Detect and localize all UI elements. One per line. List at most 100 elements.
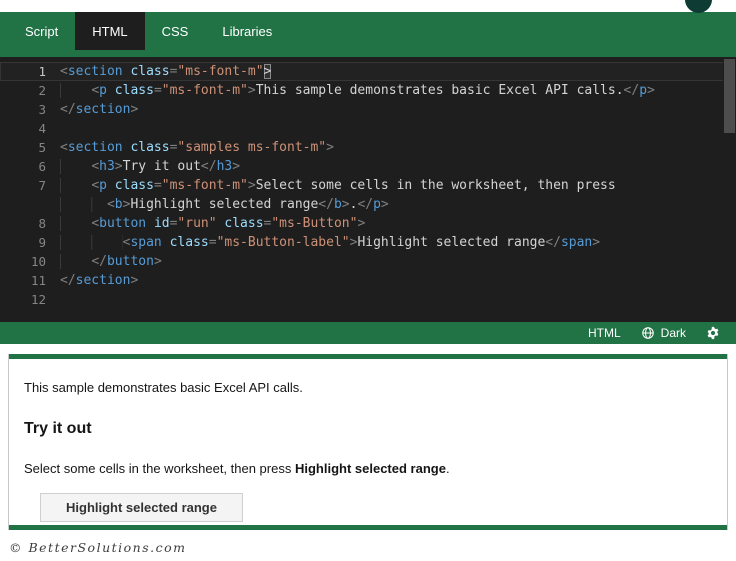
- code-line[interactable]: 12: [0, 290, 736, 309]
- code-token: section: [68, 64, 123, 79]
- line-content[interactable]: <button id="run" class="ms-Button">: [60, 214, 365, 233]
- code-token: class: [170, 235, 209, 250]
- code-line[interactable]: 4: [0, 119, 736, 138]
- top-strip: [0, 0, 736, 12]
- line-number: [0, 195, 60, 214]
- scrollbar-thumb[interactable]: [724, 59, 735, 133]
- line-content[interactable]: </section>: [60, 271, 138, 290]
- code-line[interactable]: 10 </button>: [0, 252, 736, 271]
- code-token: [60, 83, 91, 98]
- code-editor[interactable]: 1<section class="ms-font-m">2 <p class="…: [0, 57, 736, 322]
- code-token: </: [357, 197, 373, 212]
- code-token: "samples ms-font-m": [177, 140, 326, 155]
- code-token: =: [209, 235, 217, 250]
- code-line[interactable]: 3</section>: [0, 100, 736, 119]
- line-number: 7: [0, 176, 60, 195]
- preview-bottom-border: [9, 525, 727, 530]
- code-token: >: [381, 197, 389, 212]
- code-line[interactable]: 6 <h3>Try it out</h3>: [0, 157, 736, 176]
- code-token: >: [326, 140, 334, 155]
- preview-instruction: Select some cells in the worksheet, then…: [24, 461, 712, 476]
- code-token: <: [91, 159, 99, 174]
- globe-icon: [641, 326, 655, 340]
- code-token: [60, 216, 91, 231]
- code-line[interactable]: 1<section class="ms-font-m">: [0, 62, 736, 81]
- tab-libraries[interactable]: Libraries: [205, 12, 289, 50]
- code-token: button: [99, 216, 146, 231]
- editor-scrollbar[interactable]: [723, 57, 736, 322]
- line-number: 8: [0, 214, 60, 233]
- code-token: >: [264, 64, 272, 79]
- code-token: >: [647, 83, 655, 98]
- line-number: 9: [0, 233, 60, 252]
- line-content[interactable]: <b>Highlight selected range</b>.</p>: [60, 195, 389, 214]
- highlight-selected-range-button[interactable]: Highlight selected range: [40, 493, 243, 522]
- code-token: </: [91, 254, 107, 269]
- code-line[interactable]: 7 <p class="ms-font-m">Select some cells…: [0, 176, 736, 195]
- code-token: <: [91, 178, 99, 193]
- preview-content: This sample demonstrates basic Excel API…: [9, 359, 727, 522]
- code-token: </: [545, 235, 561, 250]
- line-content[interactable]: <section class="samples ms-font-m">: [60, 138, 334, 157]
- line-content[interactable]: <span class="ms-Button-label">Highlight …: [60, 233, 600, 252]
- theme-toggle[interactable]: Dark: [641, 326, 686, 340]
- tab-css[interactable]: CSS: [145, 12, 206, 50]
- code-lines: 1<section class="ms-font-m">2 <p class="…: [0, 62, 736, 309]
- code-line[interactable]: 9 <span class="ms-Button-label">Highligh…: [0, 233, 736, 252]
- code-token: "ms-Button-label": [217, 235, 350, 250]
- account-avatar-button[interactable]: [685, 0, 712, 13]
- code-token: Try it out: [123, 159, 201, 174]
- code-token: >: [232, 159, 240, 174]
- tab-script[interactable]: Script: [8, 12, 75, 50]
- code-token: [107, 83, 115, 98]
- code-token: section: [68, 140, 123, 155]
- line-content[interactable]: <p class="ms-font-m">Select some cells i…: [60, 176, 616, 195]
- line-number: 5: [0, 138, 60, 157]
- credit-text: © BetterSolutions.com: [9, 540, 736, 555]
- code-line[interactable]: 8 <button id="run" class="ms-Button">: [0, 214, 736, 233]
- code-token: [60, 159, 91, 174]
- code-token: "run": [177, 216, 216, 231]
- code-line[interactable]: 11</section>: [0, 271, 736, 290]
- line-content[interactable]: <p class="ms-font-m">This sample demonst…: [60, 81, 655, 100]
- line-content[interactable]: </button>: [60, 252, 162, 271]
- code-token: "ms-font-m": [177, 64, 263, 79]
- instruction-text: Select some cells in the worksheet, then…: [24, 461, 295, 476]
- line-content[interactable]: </section>: [60, 100, 138, 119]
- preview-heading: Try it out: [24, 420, 712, 438]
- code-token: p: [99, 178, 107, 193]
- line-number: 11: [0, 271, 60, 290]
- code-token: class: [130, 140, 169, 155]
- code-token: [60, 197, 107, 212]
- code-line[interactable]: <b>Highlight selected range</b>.</p>: [0, 195, 736, 214]
- code-token: =: [154, 83, 162, 98]
- line-content[interactable]: <h3>Try it out</h3>: [60, 157, 240, 176]
- code-token: "ms-font-m": [162, 83, 248, 98]
- code-token: >: [592, 235, 600, 250]
- code-token: <: [91, 83, 99, 98]
- code-token: b: [334, 197, 342, 212]
- line-content[interactable]: <section class="ms-font-m">: [60, 62, 271, 81]
- code-token: >: [357, 216, 365, 231]
- code-token: p: [99, 83, 107, 98]
- code-token: class: [115, 178, 154, 193]
- line-number: 12: [0, 290, 60, 309]
- code-line[interactable]: 5<section class="samples ms-font-m">: [0, 138, 736, 157]
- theme-label: Dark: [661, 326, 686, 340]
- code-token: </: [201, 159, 217, 174]
- code-token: section: [76, 102, 131, 117]
- code-token: </: [60, 102, 76, 117]
- code-token: </: [60, 273, 76, 288]
- settings-button[interactable]: [706, 326, 720, 340]
- gap: [0, 344, 736, 354]
- code-token: >: [130, 273, 138, 288]
- code-line[interactable]: 2 <p class="ms-font-m">This sample demon…: [0, 81, 736, 100]
- tab-html[interactable]: HTML: [75, 12, 144, 50]
- code-token: [146, 216, 154, 231]
- statusbar-language[interactable]: HTML: [588, 326, 621, 340]
- code-token: p: [639, 83, 647, 98]
- code-token: >: [115, 159, 123, 174]
- code-token: <: [91, 216, 99, 231]
- code-token: [60, 235, 123, 250]
- instruction-text: .: [446, 461, 450, 476]
